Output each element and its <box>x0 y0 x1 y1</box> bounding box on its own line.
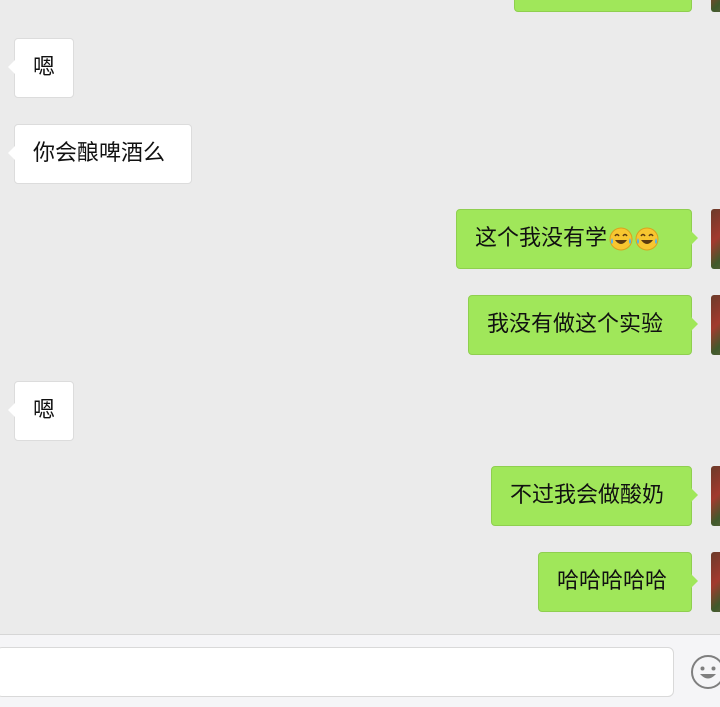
message-bubble-outgoing[interactable]: 哈哈哈哈哈 <box>538 552 698 612</box>
avatar[interactable] <box>711 295 720 355</box>
message-text: 哈哈哈哈哈 <box>557 569 668 594</box>
message-input[interactable] <box>0 647 674 697</box>
smiley-icon[interactable] <box>690 654 720 690</box>
message-text: 我没有做这个实验 <box>487 312 664 337</box>
message-text: 嗯 <box>32 55 55 80</box>
avatar[interactable] <box>711 0 720 12</box>
message-bubble-outgoing[interactable]: 我没有做这个实验 <box>468 295 698 355</box>
tears-of-joy-emoji-icon <box>635 227 659 251</box>
message-bubble-incoming[interactable]: 你会酿啤酒么 <box>8 124 192 184</box>
message-text: 这个我没有学 <box>475 226 608 251</box>
message-bubble-incoming[interactable]: 嗯 <box>8 38 74 98</box>
avatar[interactable] <box>711 466 720 526</box>
message-text: 你会酿啤酒么 <box>33 141 166 166</box>
avatar[interactable] <box>711 552 720 612</box>
message-bubble-incoming[interactable]: 嗯 <box>8 381 74 441</box>
chat-area[interactable]: 嗯 你会酿啤酒么 这个我没有学 我没有做这个实验 嗯 不过我会做酸奶 哈哈哈哈哈 <box>0 0 720 634</box>
message-text: 嗯 <box>32 398 55 423</box>
avatar[interactable] <box>711 209 720 269</box>
message-text: 不过我会做酸奶 <box>510 483 665 508</box>
tears-of-joy-emoji-icon <box>609 227 633 251</box>
message-bubble-outgoing[interactable]: 这个我没有学 <box>456 209 698 269</box>
message-bubble-outgoing-partial[interactable] <box>514 0 692 12</box>
input-bar <box>0 634 720 707</box>
message-bubble-outgoing[interactable]: 不过我会做酸奶 <box>491 466 698 526</box>
